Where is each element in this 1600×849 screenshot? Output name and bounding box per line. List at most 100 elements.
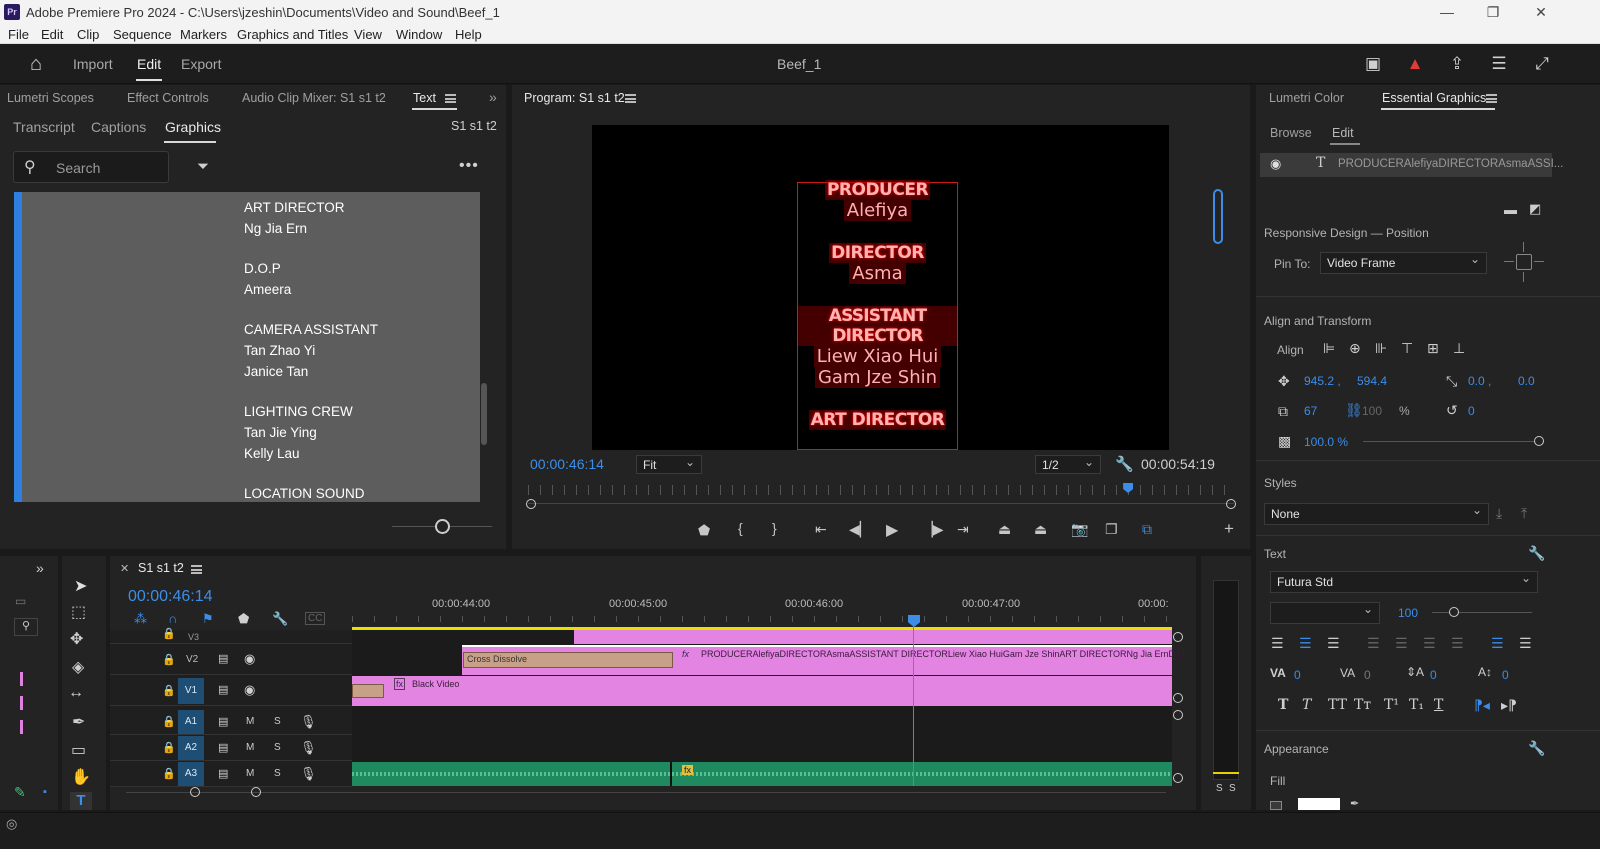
track-header-v3[interactable]: 🔒 V3 xyxy=(110,628,352,644)
justify-last-center-icon[interactable]: ☰ xyxy=(1395,635,1408,652)
subscript-icon[interactable]: T₁ xyxy=(1409,697,1424,713)
button-editor-icon[interactable]: + xyxy=(1224,519,1234,539)
new-layer-icon[interactable]: ◩ xyxy=(1529,201,1541,217)
pin-center[interactable] xyxy=(1516,254,1532,270)
menu-window[interactable]: Window xyxy=(396,27,442,42)
tab-lumetri-scopes[interactable]: Lumetri Scopes xyxy=(7,91,94,105)
layer-name[interactable]: PRODUCERAlefiyaDIRECTORAsmaASSI... xyxy=(1338,158,1563,170)
scroll-handle[interactable] xyxy=(1173,632,1183,642)
menu-graphics-and-titles[interactable]: Graphics and Titles xyxy=(237,27,348,42)
eyedropper-icon[interactable]: ✒ xyxy=(1350,797,1359,810)
anchor-x-input[interactable]: 0.0 , xyxy=(1468,374,1491,388)
notifications-icon[interactable]: ▣ xyxy=(1363,54,1383,74)
credit-line[interactable]: Kelly Lau xyxy=(244,446,300,461)
lock-icon[interactable]: 🔒 xyxy=(162,715,176,728)
proxy-toggle-icon[interactable]: ⧉ xyxy=(1142,521,1152,538)
selection-tool-icon[interactable]: ➤ xyxy=(74,576,87,596)
track-header-a3[interactable]: 🔒 A3 ▤ M S 🎙 xyxy=(110,762,352,787)
play-icon[interactable]: ▶ xyxy=(886,520,898,540)
menu-view[interactable]: View xyxy=(354,27,382,42)
credit-line[interactable]: Tan Jie Ying xyxy=(244,425,317,440)
font-style-dropdown[interactable] xyxy=(1270,602,1380,624)
text-bounding-box[interactable]: PRODUCER Alefiya DIRECTOR Asma ASSISTANT… xyxy=(797,180,958,450)
transition-block[interactable] xyxy=(352,684,384,698)
mute-button[interactable]: M xyxy=(246,716,254,727)
tab-transcript[interactable]: Transcript xyxy=(13,119,75,135)
microphone-icon[interactable]: 🎙 xyxy=(300,740,317,756)
styles-dropdown[interactable]: None xyxy=(1264,503,1489,525)
rtl-direction-icon[interactable]: ▸⁋ xyxy=(1501,697,1517,714)
new-folder-icon[interactable]: ▬ xyxy=(1504,202,1517,217)
opacity-slider-handle[interactable] xyxy=(1534,436,1544,446)
sync-lock-icon[interactable]: ▤ xyxy=(218,652,228,665)
scroll-handle[interactable] xyxy=(1173,773,1183,783)
faux-italic-icon[interactable]: T xyxy=(1302,697,1311,713)
timeline-zoom-bar[interactable] xyxy=(126,792,1166,793)
align-center-text-icon[interactable]: ☰ xyxy=(1519,635,1532,652)
pin-top[interactable] xyxy=(1523,242,1524,252)
go-to-in-icon[interactable]: ⇤ xyxy=(815,521,827,538)
time-ruler[interactable]: 00:00:44:00 00:00:45:00 00:00:46:00 00:0… xyxy=(352,586,1172,626)
ripple-edit-icon[interactable]: ✥ xyxy=(70,629,83,649)
justify-all-icon[interactable]: ☰ xyxy=(1451,635,1464,652)
pin-right[interactable] xyxy=(1534,261,1544,262)
solo-left-button[interactable]: S xyxy=(1216,783,1223,794)
pen-tool-icon[interactable]: ✒ xyxy=(72,712,85,732)
sequence-tab[interactable]: S1 s1 t2 xyxy=(138,561,184,575)
current-timecode[interactable]: 00:00:46:14 xyxy=(530,456,604,472)
menu-clip[interactable]: Clip xyxy=(77,27,99,42)
scroll-handle[interactable] xyxy=(1173,710,1183,720)
mute-button[interactable]: M xyxy=(246,768,254,779)
tab-lumetri-color[interactable]: Lumetri Color xyxy=(1269,91,1344,105)
solo-button[interactable]: S xyxy=(274,716,281,727)
underline-icon[interactable]: T xyxy=(1434,697,1443,713)
share-icon[interactable]: ⇪ xyxy=(1447,54,1467,74)
snap-icon[interactable]: ∩ xyxy=(168,611,177,626)
grid-icon[interactable]: ▪ xyxy=(43,786,47,798)
sync-lock-icon[interactable]: ▤ xyxy=(218,767,228,780)
tab-edit[interactable]: Edit xyxy=(137,56,161,72)
rectangle-tool-icon[interactable]: ▭ xyxy=(71,740,86,760)
fill-checkbox[interactable] xyxy=(1270,801,1282,810)
add-marker-icon[interactable]: ⬟ xyxy=(238,611,249,627)
sync-lock-icon[interactable]: ▤ xyxy=(218,683,228,696)
pin-left[interactable] xyxy=(1504,261,1514,262)
monitor-scrollbar[interactable] xyxy=(1213,189,1223,244)
align-text-right-icon[interactable]: ☰ xyxy=(1327,635,1340,652)
sync-lock-icon[interactable]: ▤ xyxy=(218,715,228,728)
sync-style-icon[interactable]: ⤒ xyxy=(1521,505,1527,522)
tab-essential-graphics[interactable]: Essential Graphics xyxy=(1382,91,1486,105)
close-button[interactable]: ✕ xyxy=(1526,2,1556,22)
menu-file[interactable]: File xyxy=(8,27,29,42)
comparison-view-icon[interactable]: ❐ xyxy=(1105,521,1118,538)
filter-icon[interactable]: ⏷ xyxy=(197,158,209,175)
solo-button[interactable]: S xyxy=(274,742,281,753)
credit-line[interactable]: Ng Jia Ern xyxy=(244,221,307,236)
align-bottom-icon[interactable]: ⊥ xyxy=(1453,340,1465,357)
timeline-timecode[interactable]: 00:00:46:14 xyxy=(128,588,213,606)
kerning-input[interactable]: 0 xyxy=(1294,668,1301,682)
resolution-dropdown[interactable]: 1/2 xyxy=(1035,455,1101,474)
extract-icon[interactable]: ⏏ xyxy=(1034,521,1047,538)
settings-wrench-icon[interactable]: 🔧 xyxy=(1115,455,1134,473)
small-caps-icon[interactable]: Tт xyxy=(1354,697,1371,713)
maximize-button[interactable]: ❐ xyxy=(1478,2,1508,22)
align-left-icon[interactable]: ⊫ xyxy=(1323,340,1335,357)
step-back-icon[interactable]: ◀▏ xyxy=(849,521,871,538)
nest-icon[interactable]: ⁂ xyxy=(134,611,147,627)
track-header-a1[interactable]: 🔒 A1 ▤ M S 🎙 xyxy=(110,710,352,735)
track-header-v2[interactable]: 🔒 V2 ▤ ◉ xyxy=(110,645,352,675)
black-video-clip[interactable]: fx Black Video xyxy=(352,676,1172,706)
scale-input[interactable]: 67 xyxy=(1304,404,1317,418)
credit-line[interactable]: Janice Tan xyxy=(244,364,308,379)
solo-button[interactable]: S xyxy=(274,768,281,779)
font-size-slider-track[interactable] xyxy=(1432,612,1532,613)
credit-line[interactable]: LIGHTING CREW xyxy=(244,404,353,419)
track-label-v3[interactable]: V3 xyxy=(188,632,199,642)
tab-audio-clip-mixer[interactable]: Audio Clip Mixer: S1 s1 t2 xyxy=(242,91,386,105)
font-size-input[interactable]: 100 xyxy=(1398,606,1418,620)
align-right-icon[interactable]: ⊪ xyxy=(1375,340,1387,357)
linked-selection-icon[interactable]: ⚑ xyxy=(202,611,214,627)
close-sequence-icon[interactable]: ✕ xyxy=(120,562,129,575)
track-label-a2[interactable]: A2 xyxy=(178,736,204,760)
